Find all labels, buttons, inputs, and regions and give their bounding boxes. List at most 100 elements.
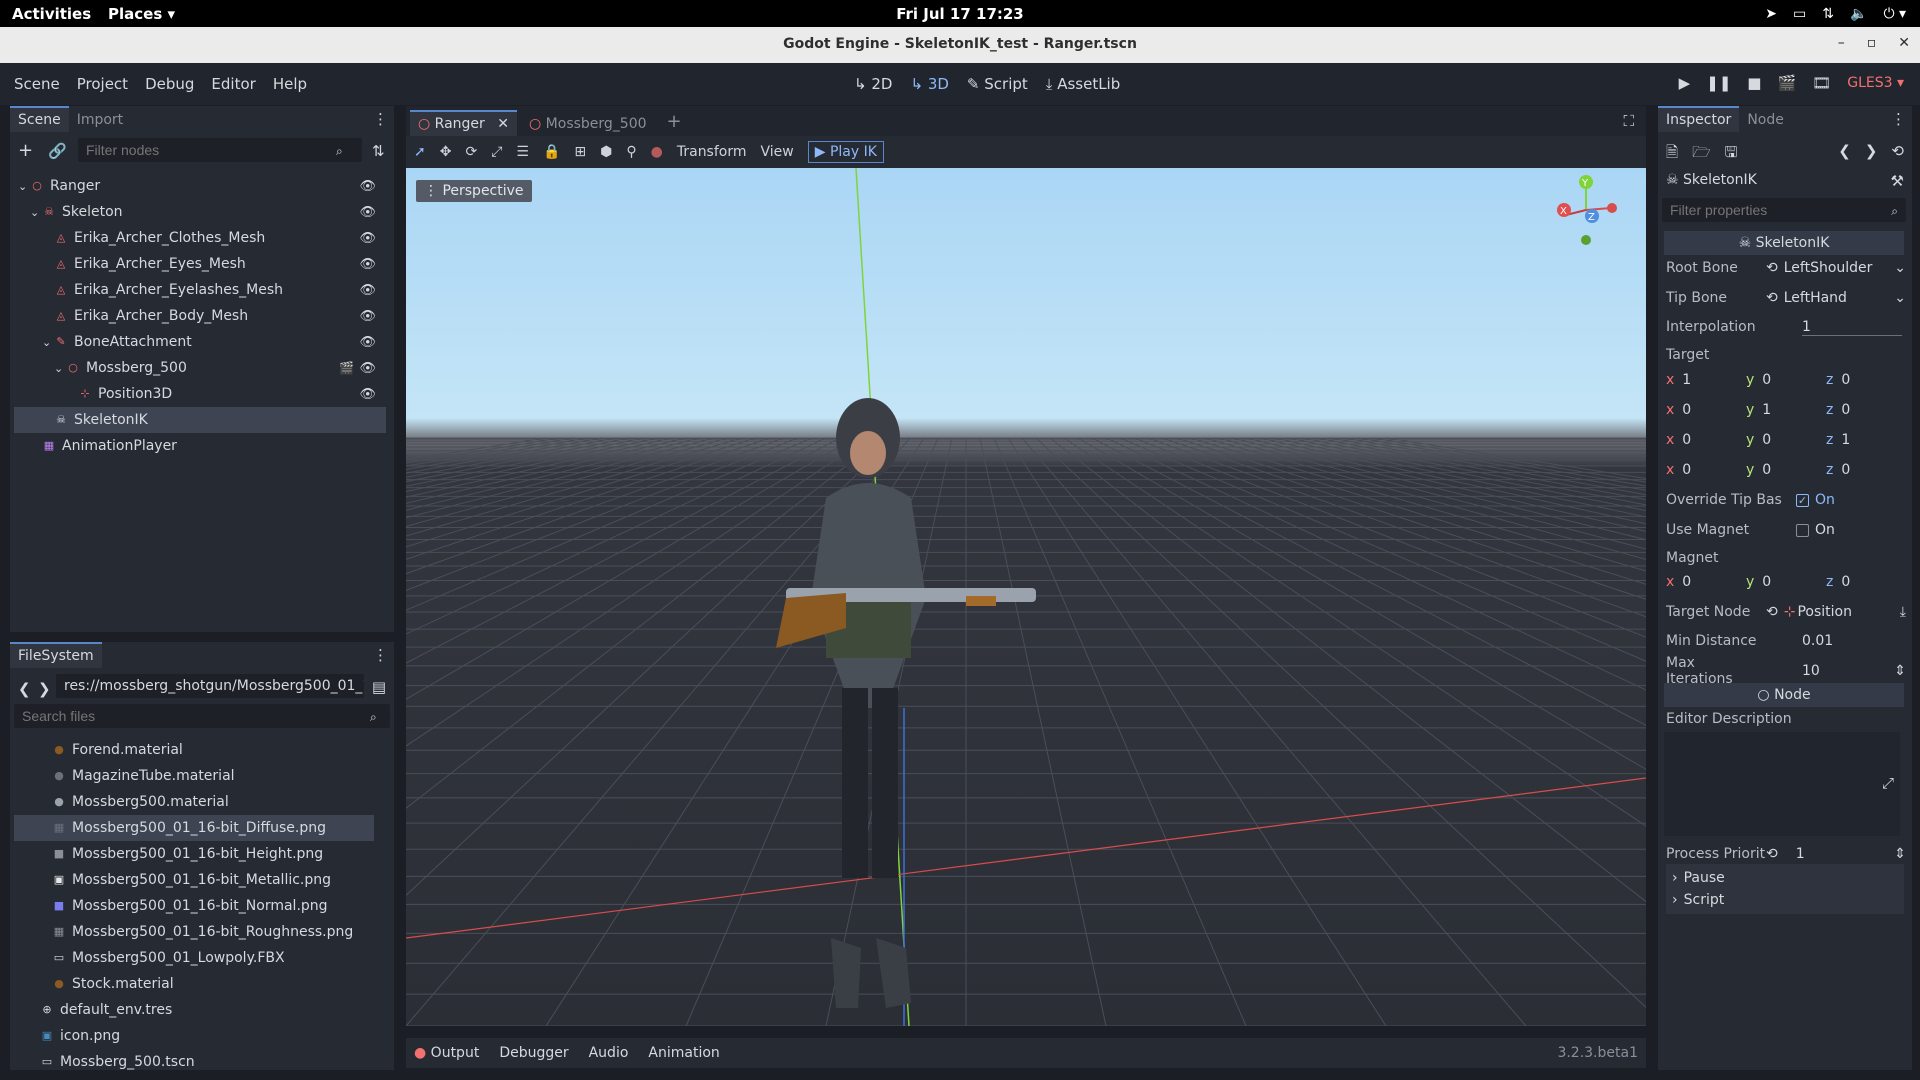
display-icon[interactable]: ▭ bbox=[1793, 6, 1806, 22]
search-files-input[interactable] bbox=[14, 704, 390, 728]
scene-node-body-mesh[interactable]: ◬ Erika_Archer_Body_Mesh 👁 bbox=[14, 303, 386, 329]
system-tray[interactable]: ➤ ▭ ⇅ 🔈 ⏻ ▾ bbox=[1765, 6, 1906, 22]
chevron-down-icon[interactable]: ⌄ bbox=[42, 336, 54, 349]
volume-icon[interactable]: 🔈 bbox=[1850, 6, 1867, 22]
target-x-field[interactable]: x1 bbox=[1666, 372, 1746, 388]
file-forend-material[interactable]: ● Forend.material bbox=[14, 737, 374, 763]
forward-icon[interactable]: ❯ bbox=[38, 680, 51, 698]
target-x-field[interactable]: x0 bbox=[1666, 402, 1746, 418]
panel-menu-icon[interactable]: ⋮ bbox=[1891, 110, 1906, 128]
rotate-tool-icon[interactable]: ⟳ bbox=[465, 144, 477, 160]
scene-node-boneattachment[interactable]: ⌄ ✎ BoneAttachment 👁 bbox=[14, 329, 386, 355]
transform-menu[interactable]: Transform bbox=[677, 144, 747, 160]
list-select-icon[interactable]: ☰ bbox=[516, 144, 529, 160]
panel-menu-icon[interactable]: ⋮ bbox=[373, 110, 388, 128]
new-tab-icon[interactable]: + bbox=[659, 107, 690, 136]
scene-node-eyelashes-mesh[interactable]: ◬ Erika_Archer_Eyelashes_Mesh 👁 bbox=[14, 277, 386, 303]
skeletonik-section[interactable]: ☠ SkeletonIK bbox=[1664, 231, 1904, 255]
play-icon[interactable]: ▶ bbox=[1679, 74, 1691, 92]
tab-filesystem[interactable]: FileSystem bbox=[10, 642, 102, 668]
scene-node-skeleton[interactable]: ⌄ ☠ Skeleton 👁 bbox=[14, 199, 386, 225]
revert-icon[interactable]: ⟲ bbox=[1766, 260, 1778, 276]
magnet-x-field[interactable]: x0 bbox=[1666, 574, 1746, 590]
interpolation-slider[interactable]: 1 bbox=[1802, 319, 1902, 336]
chevron-down-icon[interactable]: ⌄ bbox=[1894, 290, 1906, 306]
select-tool-icon[interactable]: ➚ bbox=[414, 144, 426, 160]
filter-properties-input[interactable] bbox=[1662, 198, 1906, 222]
file-stock-material[interactable]: ● Stock.material bbox=[14, 971, 374, 997]
play-ik-button[interactable]: ▶ Play IK bbox=[807, 141, 884, 163]
file-default-env[interactable]: ⊕ default_env.tres bbox=[14, 997, 374, 1023]
network-icon[interactable]: ⇅ bbox=[1822, 6, 1834, 22]
places-menu[interactable]: Places ▾ bbox=[108, 5, 175, 23]
visibility-eye-icon[interactable]: 👁 bbox=[359, 335, 376, 350]
local-space-icon[interactable]: ⬢ bbox=[600, 144, 612, 160]
maximize-button[interactable]: ▫ bbox=[1867, 35, 1877, 51]
new-resource-icon[interactable]: 🗎 bbox=[1666, 142, 1678, 167]
target-x-field[interactable]: x0 bbox=[1666, 462, 1746, 478]
debugger-tab[interactable]: Debugger bbox=[499, 1045, 568, 1061]
scene-node-position3d[interactable]: ⊹ Position3D 👁 bbox=[14, 381, 386, 407]
expand-icon[interactable]: ⤢ bbox=[1882, 774, 1894, 792]
target-z-field[interactable]: z0 bbox=[1826, 462, 1906, 478]
target-y-field[interactable]: y0 bbox=[1746, 372, 1826, 388]
scene-node-animationplayer[interactable]: ▦ AnimationPlayer bbox=[14, 433, 386, 459]
clock[interactable]: Fri Jul 17 17:23 bbox=[0, 5, 1920, 23]
add-node-icon[interactable]: + bbox=[18, 140, 33, 161]
revert-icon[interactable]: ⟲ bbox=[1766, 604, 1778, 620]
file-icon-png[interactable]: ▣ icon.png bbox=[14, 1023, 374, 1049]
split-view-icon[interactable]: ▤ bbox=[372, 678, 386, 696]
file-mossberg-tscn[interactable]: ▭ Mossberg_500.tscn bbox=[14, 1049, 374, 1075]
power-icon[interactable]: ⏻ ▾ bbox=[1883, 6, 1906, 22]
menu-editor[interactable]: Editor bbox=[211, 75, 255, 93]
target-y-field[interactable]: y0 bbox=[1746, 432, 1826, 448]
stop-icon[interactable]: ■ bbox=[1747, 74, 1761, 92]
visibility-eye-icon[interactable]: 👁 bbox=[359, 283, 376, 298]
use-magnet-checkbox[interactable] bbox=[1796, 523, 1809, 537]
menu-project[interactable]: Project bbox=[77, 75, 128, 93]
audio-tab[interactable]: Audio bbox=[589, 1045, 629, 1061]
revert-icon[interactable]: ⟲ bbox=[1766, 846, 1778, 862]
panel-menu-icon[interactable]: ⋮ bbox=[373, 646, 388, 664]
visibility-eye-icon[interactable]: 👁 bbox=[359, 361, 376, 376]
file-roughness-png[interactable]: ▦ Mossberg500_01_16-bit_Roughness.png bbox=[14, 919, 374, 945]
open-folder-icon[interactable]: 🗁 bbox=[1692, 142, 1711, 167]
mode-assetlib-button[interactable]: ⤓ AssetLib bbox=[1046, 75, 1120, 93]
fullscreen-icon[interactable]: ⛶ bbox=[1623, 112, 1634, 130]
max-iterations-field[interactable]: 10 bbox=[1802, 663, 1820, 679]
back-icon[interactable]: ❮ bbox=[18, 680, 31, 698]
view-menu[interactable]: View bbox=[761, 144, 794, 160]
save-icon[interactable]: 🖫 bbox=[1725, 142, 1738, 167]
file-height-png[interactable]: ■ Mossberg500_01_16-bit_Height.png bbox=[14, 841, 374, 867]
scene-node-mossberg[interactable]: ⌄ ○ Mossberg_500 🎬 👁 bbox=[14, 355, 386, 381]
tab-inspector[interactable]: Inspector bbox=[1658, 106, 1740, 132]
scale-tool-icon[interactable]: ⤢ bbox=[491, 144, 502, 160]
mode-3d-button[interactable]: ↳ 3D bbox=[910, 75, 948, 93]
target-x-field[interactable]: x0 bbox=[1666, 432, 1746, 448]
filter-nodes-input[interactable] bbox=[78, 138, 362, 162]
visibility-eye-icon[interactable]: 👁 bbox=[359, 231, 376, 246]
target-node-value[interactable]: Position bbox=[1797, 604, 1852, 620]
tab-import[interactable]: Import bbox=[69, 108, 131, 132]
tab-mossberg[interactable]: ○ Mossberg_500 bbox=[521, 112, 655, 136]
chevron-down-icon[interactable]: ⌄ bbox=[54, 362, 66, 375]
spinbox-arrows-icon[interactable]: ⇕ bbox=[1894, 846, 1906, 862]
target-y-field[interactable]: y0 bbox=[1746, 462, 1826, 478]
close-window-button[interactable]: ✕ bbox=[1898, 35, 1910, 51]
group-icon[interactable]: ⊞ bbox=[574, 144, 586, 160]
renderer-select[interactable]: GLES3 ▾ bbox=[1847, 75, 1904, 91]
menu-scene[interactable]: Scene bbox=[14, 75, 60, 93]
tab-node[interactable]: Node bbox=[1739, 108, 1792, 132]
inspected-object[interactable]: ☠ SkeletonIK bbox=[1666, 172, 1757, 188]
path-field[interactable]: res://mossberg_shotgun/Mossberg500_01_1 bbox=[56, 674, 364, 698]
target-y-field[interactable]: y1 bbox=[1746, 402, 1826, 418]
minimize-button[interactable]: – bbox=[1838, 35, 1845, 51]
history-icon[interactable]: ⟲ bbox=[1891, 142, 1904, 160]
scene-node-ranger[interactable]: ⌄ ○ Ranger 👁 bbox=[14, 173, 386, 199]
tab-ranger[interactable]: ○ Ranger ✕ bbox=[410, 110, 517, 136]
chevron-down-icon[interactable]: ⌄ bbox=[18, 180, 30, 193]
activities-button[interactable]: Activities bbox=[12, 5, 91, 23]
min-distance-field[interactable]: 0.01 bbox=[1802, 633, 1833, 649]
history-back-icon[interactable]: ❮ bbox=[1838, 142, 1851, 160]
target-z-field[interactable]: z0 bbox=[1826, 402, 1906, 418]
